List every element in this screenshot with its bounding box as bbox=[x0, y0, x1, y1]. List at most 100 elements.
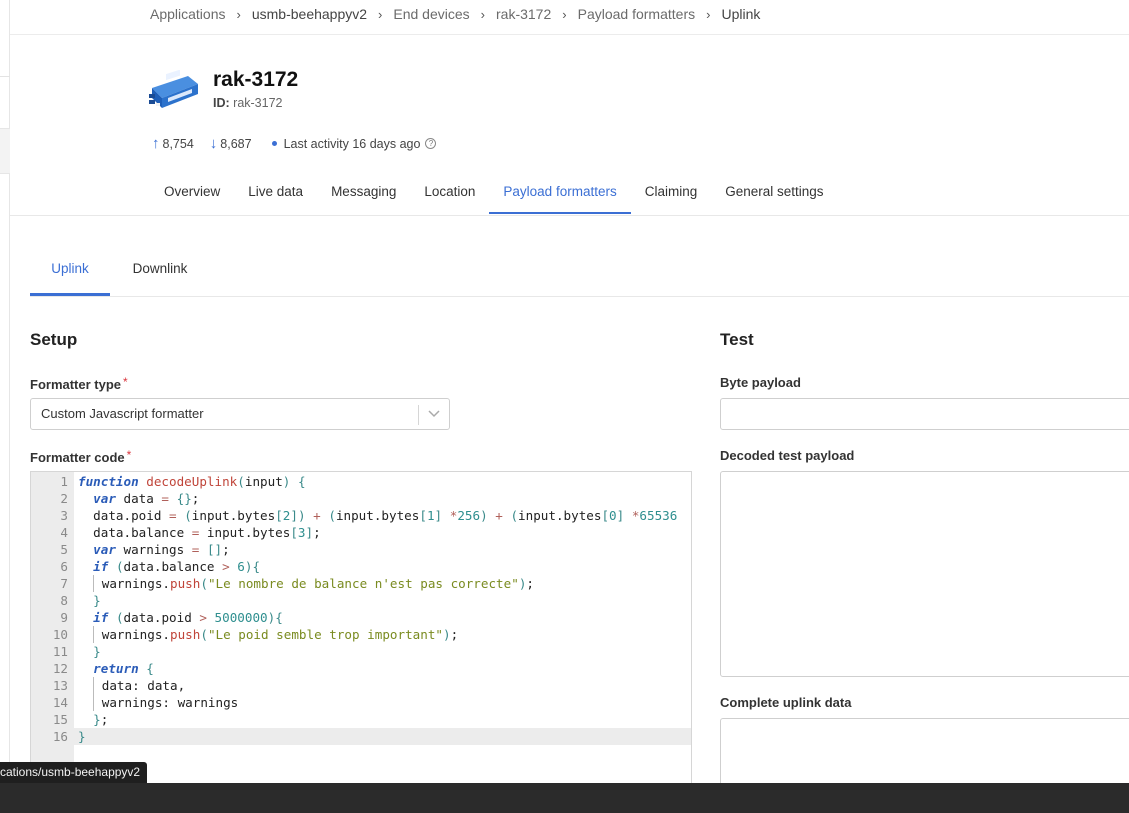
code-line: 12 return { bbox=[31, 660, 691, 677]
device-id-label: ID: bbox=[213, 96, 230, 110]
line-number: 12 bbox=[52, 661, 68, 676]
breadcrumb: Applications › usmb-beehappyv2 › End dev… bbox=[150, 4, 760, 24]
line-number: 3 bbox=[60, 508, 68, 523]
tabs-divider bbox=[10, 215, 1129, 216]
code-text: warnings: warnings bbox=[93, 694, 239, 711]
line-number: 6 bbox=[60, 559, 68, 574]
code-line: 2 var data = {}; bbox=[31, 490, 691, 507]
code-line: 6 if (data.balance > 6){ bbox=[31, 558, 691, 575]
last-activity-text: Last activity 16 days ago bbox=[283, 136, 421, 151]
device-board-icon bbox=[149, 70, 198, 108]
line-number: 13 bbox=[52, 678, 68, 693]
formatter-type-label-text: Formatter type bbox=[30, 377, 122, 392]
code-line: 8 } bbox=[31, 592, 691, 609]
line-number: 8 bbox=[60, 593, 68, 608]
tab-messaging[interactable]: Messaging bbox=[317, 170, 410, 214]
formatter-type-label: Formatter type * bbox=[30, 375, 128, 392]
formatter-type-value: Custom Javascript formatter bbox=[41, 406, 204, 421]
code-text: function decodeUplink(input) { bbox=[78, 474, 306, 489]
test-title: Test bbox=[720, 330, 754, 349]
header-divider bbox=[10, 34, 1129, 35]
code-line: 9 if (data.poid > 5000000){ bbox=[31, 609, 691, 626]
uplink-counter: ↑ 8,754 bbox=[152, 136, 194, 151]
left-sidebar-edge bbox=[0, 0, 10, 783]
required-mark: * bbox=[123, 375, 128, 389]
select-divider bbox=[418, 405, 419, 425]
code-line: 15 }; bbox=[31, 711, 691, 728]
help-icon[interactable]: ? bbox=[425, 138, 437, 149]
code-line: 1 function decodeUplink(input) { bbox=[31, 473, 691, 490]
chevron-down-icon bbox=[428, 410, 440, 418]
breadcrumb-end-devices[interactable]: End devices bbox=[393, 6, 469, 22]
code-line: 7 warnings.push("Le nombre de balance n'… bbox=[31, 575, 691, 592]
code-text: warnings.push("Le nombre de balance n'es… bbox=[93, 575, 534, 592]
setup-title: Setup bbox=[30, 330, 78, 349]
code-text: } bbox=[78, 729, 86, 744]
uplink-count: 8,754 bbox=[162, 136, 194, 151]
tab-live-data[interactable]: Live data bbox=[234, 170, 317, 214]
breadcrumb-payload-formatters[interactable]: Payload formatters bbox=[578, 6, 696, 22]
code-line: 10 warnings.push("Le poid semble trop im… bbox=[31, 626, 691, 643]
sidebar-selected-item[interactable] bbox=[0, 128, 10, 174]
tab-uplink[interactable]: Uplink bbox=[30, 246, 110, 296]
tab-general-settings[interactable]: General settings bbox=[711, 170, 837, 214]
line-number: 1 bbox=[60, 474, 68, 489]
tab-downlink[interactable]: Downlink bbox=[110, 246, 210, 296]
code-text: warnings.push("Le poid semble trop impor… bbox=[93, 626, 459, 643]
status-dot-icon bbox=[271, 141, 277, 146]
line-number: 11 bbox=[52, 644, 68, 659]
last-activity: Last activity 16 days ago ? bbox=[268, 137, 437, 151]
code-text: }; bbox=[93, 712, 109, 727]
line-number: 15 bbox=[52, 712, 68, 727]
decoded-payload-label: Decoded test payload bbox=[720, 448, 855, 463]
code-line: 13 data: data, bbox=[31, 677, 691, 694]
breadcrumb-applications[interactable]: Applications bbox=[150, 6, 226, 22]
chevron-right-icon: › bbox=[236, 6, 241, 22]
line-number: 2 bbox=[60, 491, 68, 506]
device-title: rak-3172 bbox=[213, 68, 299, 91]
taskbar bbox=[0, 783, 1129, 813]
tab-overview[interactable]: Overview bbox=[150, 170, 234, 214]
line-number: 14 bbox=[52, 695, 68, 710]
device-id-value: rak-3172 bbox=[233, 96, 283, 110]
line-number: 7 bbox=[60, 576, 68, 591]
tab-location[interactable]: Location bbox=[410, 170, 489, 214]
complete-uplink-label: Complete uplink data bbox=[720, 695, 852, 710]
chevron-right-icon: › bbox=[378, 6, 383, 22]
tab-payload-formatters[interactable]: Payload formatters bbox=[489, 170, 631, 214]
device-id: ID: rak-3172 bbox=[213, 96, 283, 110]
code-line: 16} bbox=[31, 728, 691, 745]
byte-payload-input[interactable] bbox=[720, 398, 1129, 430]
code-text: } bbox=[93, 644, 101, 659]
decoded-payload-output bbox=[720, 471, 1129, 677]
code-text: var warnings = []; bbox=[93, 542, 230, 557]
chevron-right-icon: › bbox=[562, 6, 567, 22]
byte-payload-label: Byte payload bbox=[720, 375, 801, 390]
line-number: 5 bbox=[60, 542, 68, 557]
downlink-counter: ↓ 8,687 bbox=[210, 136, 252, 151]
code-text: return { bbox=[93, 661, 154, 676]
downlink-count: 8,687 bbox=[220, 136, 252, 151]
arrow-up-icon: ↑ bbox=[152, 135, 160, 152]
code-line: 14 warnings: warnings bbox=[31, 694, 691, 711]
formatter-tabs: Uplink Downlink bbox=[30, 246, 210, 296]
code-line: 11 } bbox=[31, 643, 691, 660]
code-line: 5 var warnings = []; bbox=[31, 541, 691, 558]
device-stats: ↑ 8,754 ↓ 8,687 Last activity 16 days ag… bbox=[152, 136, 452, 151]
breadcrumb-device[interactable]: rak-3172 bbox=[496, 6, 551, 22]
line-number: 9 bbox=[60, 610, 68, 625]
required-mark: * bbox=[126, 448, 132, 462]
arrow-down-icon: ↓ bbox=[209, 135, 218, 152]
chevron-right-icon: › bbox=[480, 6, 485, 22]
code-line: 4 data.balance = input.bytes[3]; bbox=[31, 524, 691, 541]
line-number: 10 bbox=[52, 627, 68, 642]
code-text: if (data.balance > 6){ bbox=[93, 559, 261, 574]
breadcrumb-application[interactable]: usmb-beehappyv2 bbox=[252, 6, 367, 22]
formatter-type-select[interactable]: Custom Javascript formatter bbox=[30, 398, 450, 430]
code-text: data: data, bbox=[93, 677, 186, 694]
code-text: var data = {}; bbox=[93, 491, 200, 506]
code-text: data.balance = input.bytes[3]; bbox=[78, 525, 321, 540]
tab-claiming[interactable]: Claiming bbox=[631, 170, 712, 214]
formatter-code-editor[interactable]: 1 function decodeUplink(input) {2 var dat… bbox=[30, 471, 692, 791]
breadcrumb-current: Uplink bbox=[721, 6, 761, 22]
